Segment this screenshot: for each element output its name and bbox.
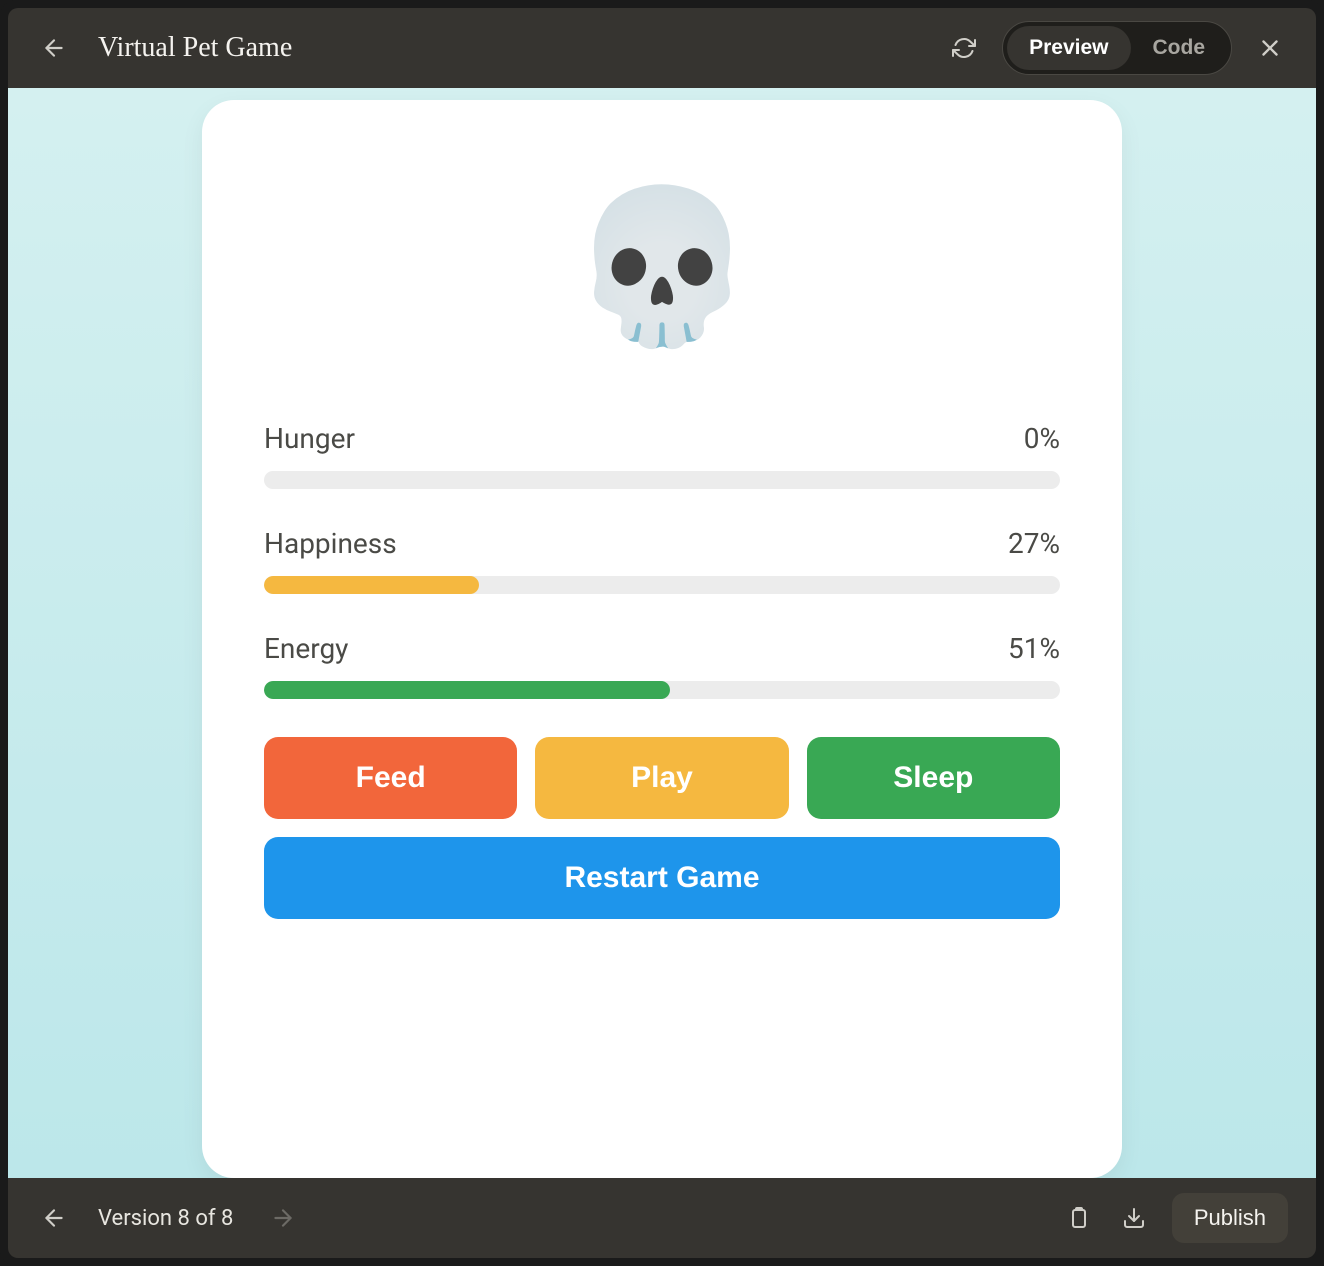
game-card: 💀 Hunger 0% Happiness 27%	[202, 100, 1122, 1178]
clipboard-button[interactable]	[1060, 1200, 1096, 1236]
download-button[interactable]	[1116, 1200, 1152, 1236]
arrow-right-icon	[270, 1205, 296, 1231]
clipboard-icon	[1066, 1206, 1090, 1230]
close-button[interactable]	[1252, 30, 1288, 66]
stat-hunger: Hunger 0%	[264, 422, 1060, 489]
back-button[interactable]	[36, 30, 72, 66]
stat-energy-label: Energy	[264, 632, 348, 665]
stat-energy: Energy 51%	[264, 632, 1060, 699]
stat-hunger-bar	[264, 471, 1060, 489]
stat-hunger-value: 0%	[1024, 422, 1060, 455]
stat-happiness-bar	[264, 576, 1060, 594]
preview-canvas: 💀 Hunger 0% Happiness 27%	[8, 88, 1316, 1178]
stat-energy-fill	[264, 681, 670, 699]
refresh-icon	[952, 36, 976, 60]
action-row: Feed Play Sleep	[264, 737, 1060, 819]
version-prev-button[interactable]	[36, 1200, 72, 1236]
download-icon	[1122, 1206, 1146, 1230]
play-button[interactable]: Play	[535, 737, 788, 819]
pet-avatar: 💀	[264, 192, 1060, 342]
page-title: Virtual Pet Game	[98, 32, 926, 64]
close-icon	[1257, 35, 1283, 61]
sleep-button[interactable]: Sleep	[807, 737, 1060, 819]
version-label: Version 8 of 8	[98, 1206, 233, 1231]
stat-happiness-label: Happiness	[264, 527, 397, 560]
app-header: Virtual Pet Game Preview Code	[8, 8, 1316, 88]
stat-happiness-fill	[264, 576, 479, 594]
feed-button[interactable]: Feed	[264, 737, 517, 819]
stat-happiness: Happiness 27%	[264, 527, 1060, 594]
view-toggle: Preview Code	[1002, 21, 1232, 75]
stat-happiness-value: 27%	[1008, 527, 1060, 560]
stat-energy-bar	[264, 681, 1060, 699]
publish-button[interactable]: Publish	[1172, 1193, 1288, 1243]
refresh-button[interactable]	[946, 30, 982, 66]
stat-hunger-label: Hunger	[264, 422, 355, 455]
arrow-left-icon	[41, 35, 67, 61]
tab-preview[interactable]: Preview	[1007, 26, 1130, 70]
stat-energy-value: 51%	[1008, 632, 1060, 665]
restart-button[interactable]: Restart Game	[264, 837, 1060, 919]
app-footer: Version 8 of 8 Publish	[8, 1178, 1316, 1258]
arrow-left-icon	[41, 1205, 67, 1231]
version-next-button[interactable]	[265, 1200, 301, 1236]
tab-code[interactable]: Code	[1131, 26, 1228, 70]
